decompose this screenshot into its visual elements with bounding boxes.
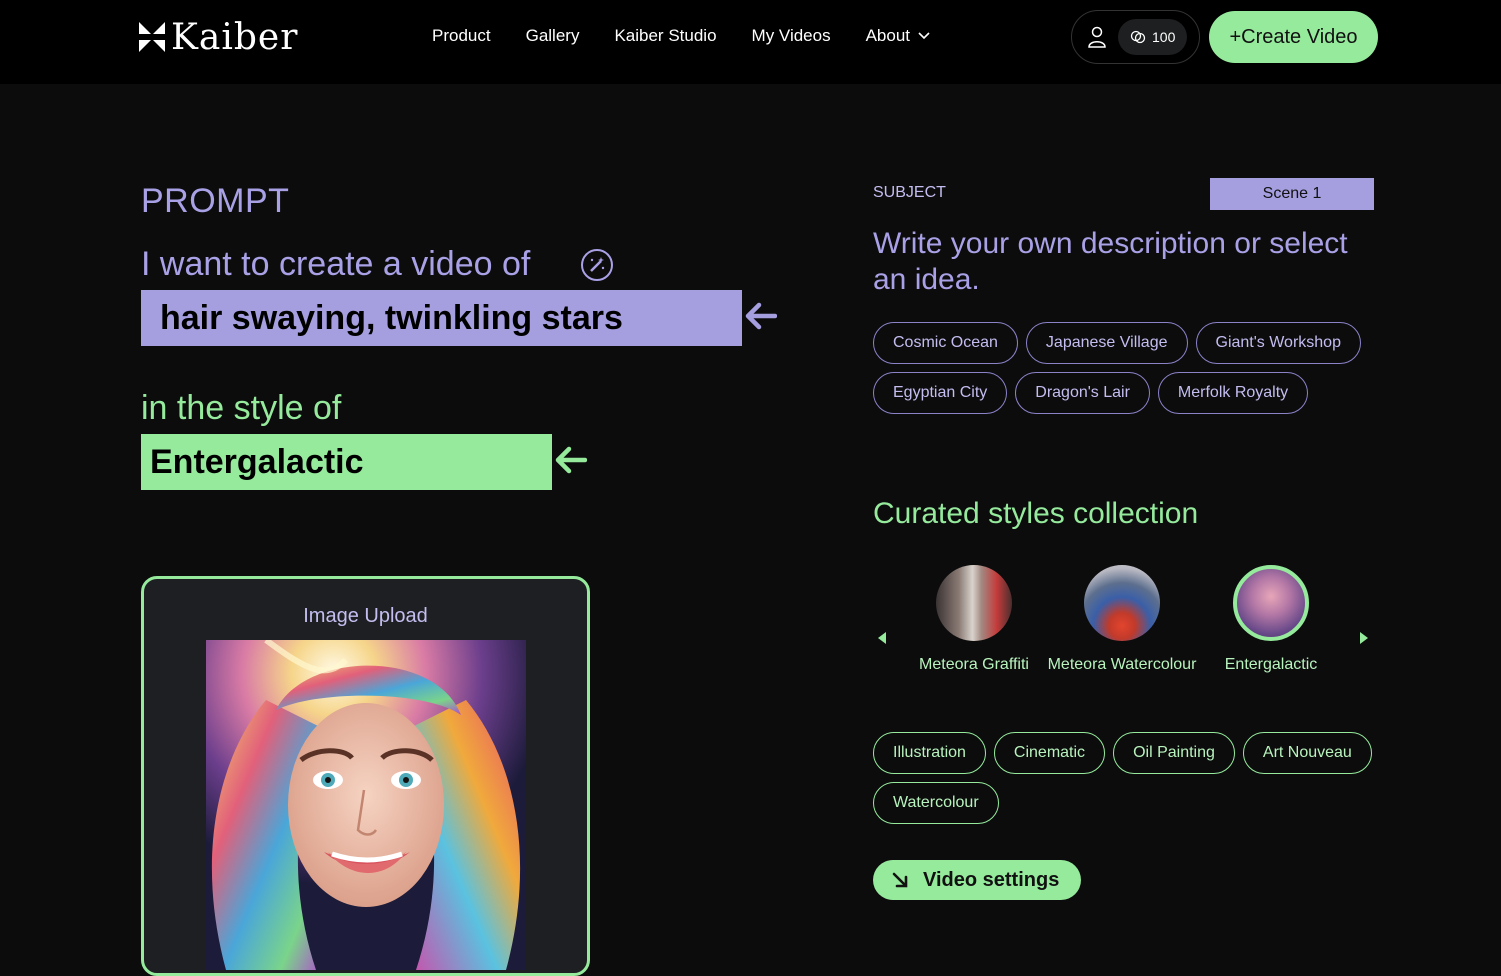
- idea-chip[interactable]: Cosmic Ocean: [873, 322, 1018, 364]
- style-card-meteora-watercolour[interactable]: Meteora Watercolour: [1047, 565, 1197, 677]
- style-chip[interactable]: Illustration: [873, 732, 986, 774]
- style-name: Entergalactic: [1224, 656, 1318, 673]
- nav-product[interactable]: Product: [432, 26, 491, 46]
- subject-label: SUBJECT: [873, 184, 946, 201]
- create-video-button[interactable]: +Create Video: [1209, 11, 1378, 63]
- prompt-heading: PROMPT: [141, 182, 290, 220]
- style-name: Meteora Watercolour: [1047, 656, 1197, 673]
- style-chip[interactable]: Watercolour: [873, 782, 999, 824]
- prompt-intro: I want to create a video of: [141, 245, 531, 283]
- nav-about[interactable]: About: [866, 26, 930, 46]
- arrow-left-icon: [555, 446, 587, 474]
- style-input[interactable]: Entergalactic: [141, 434, 552, 490]
- coins-icon: [1130, 30, 1146, 44]
- image-upload-title: Image Upload: [303, 605, 428, 627]
- arrow-left-icon: [745, 302, 777, 330]
- carousel-prev-icon[interactable]: [878, 632, 886, 644]
- portrait-illustration: [211, 640, 521, 970]
- style-card-meteora-graffiti[interactable]: Meteora Graffiti: [899, 565, 1049, 677]
- idea-chip[interactable]: Dragon's Lair: [1015, 372, 1150, 414]
- image-upload-panel[interactable]: Image Upload: [141, 576, 590, 976]
- style-thumbnail: [936, 565, 1012, 641]
- idea-chip[interactable]: Egyptian City: [873, 372, 1008, 414]
- style-chip[interactable]: Cinematic: [993, 732, 1106, 774]
- style-chip[interactable]: Oil Painting: [1113, 732, 1235, 774]
- credits-count: 100: [1152, 29, 1176, 45]
- nav-kaiber-studio[interactable]: Kaiber Studio: [614, 26, 716, 46]
- brand-name: Kaiber: [171, 16, 299, 58]
- top-navbar: Kaiber Product Gallery Kaiber Studio My …: [0, 0, 1501, 84]
- style-card-entergalactic[interactable]: Entergalactic: [1196, 565, 1346, 677]
- style-name: Meteora Graffiti: [919, 656, 1029, 673]
- magic-wand-button[interactable]: [581, 249, 613, 281]
- nav-my-videos[interactable]: My Videos: [752, 26, 831, 46]
- idea-chip[interactable]: Giant's Workshop: [1195, 322, 1361, 364]
- uploaded-image: [206, 640, 526, 970]
- idea-chips: Cosmic Ocean Japanese Village Giant's Wo…: [873, 322, 1383, 414]
- carousel-next-icon[interactable]: [1360, 632, 1368, 644]
- style-thumbnail-selected: [1233, 565, 1309, 641]
- scene-selector[interactable]: Scene 1: [1210, 178, 1374, 210]
- account-widget[interactable]: 100: [1071, 10, 1200, 64]
- subject-input[interactable]: hair swaying, twinkling stars: [141, 290, 742, 346]
- style-thumbnail: [1084, 565, 1160, 641]
- chevron-down-icon: [918, 32, 930, 40]
- subject-instruction: Write your own description or select an …: [873, 227, 1348, 296]
- nav-gallery[interactable]: Gallery: [526, 26, 580, 46]
- kaiber-logo-mark-icon: [139, 22, 165, 52]
- kaiber-logo[interactable]: Kaiber: [137, 16, 299, 58]
- nav-about-label: About: [865, 26, 911, 45]
- magic-wand-icon: [590, 257, 605, 272]
- video-settings-button[interactable]: Video settings: [873, 860, 1081, 900]
- style-chips: Illustration Cinematic Oil Painting Art …: [873, 732, 1383, 824]
- arrow-down-right-icon: [892, 872, 908, 888]
- style-chip[interactable]: Art Nouveau: [1242, 732, 1372, 774]
- credits-badge[interactable]: 100: [1118, 19, 1188, 55]
- idea-chip[interactable]: Merfolk Royalty: [1157, 372, 1309, 414]
- video-settings-label: Video settings: [923, 868, 1060, 891]
- user-icon: [1088, 26, 1106, 48]
- idea-chip[interactable]: Japanese Village: [1025, 322, 1188, 364]
- main-nav: Product Gallery Kaiber Studio My Videos …: [432, 26, 965, 46]
- curated-styles-heading: Curated styles collection: [873, 497, 1199, 530]
- style-intro: in the style of: [141, 389, 342, 427]
